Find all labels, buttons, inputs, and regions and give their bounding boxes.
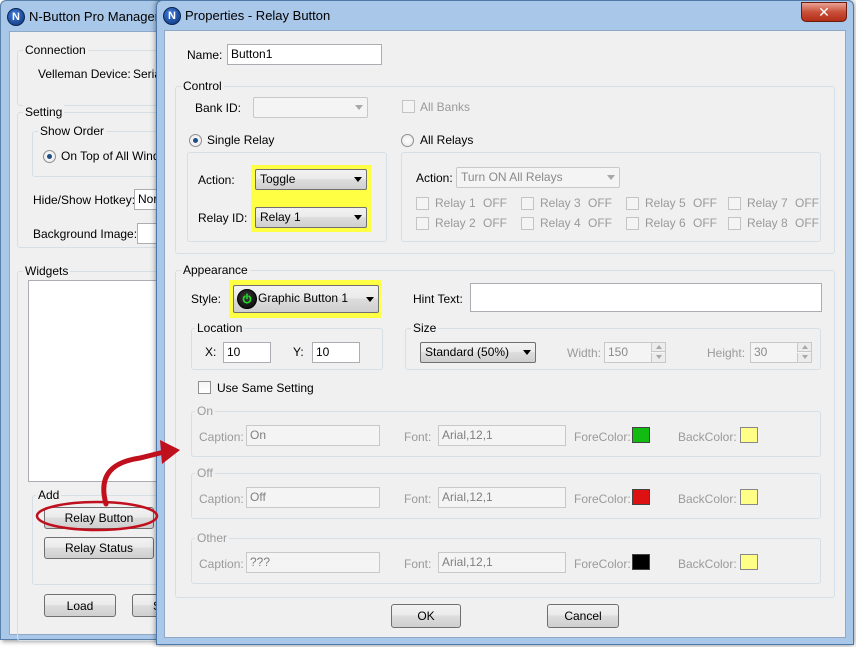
- relay-button-highlight-ellipse: [35, 500, 159, 532]
- annotation-arrow: [101, 449, 167, 507]
- annotation-arrowhead: [160, 440, 180, 464]
- annotation-overlay: [35, 440, 180, 532]
